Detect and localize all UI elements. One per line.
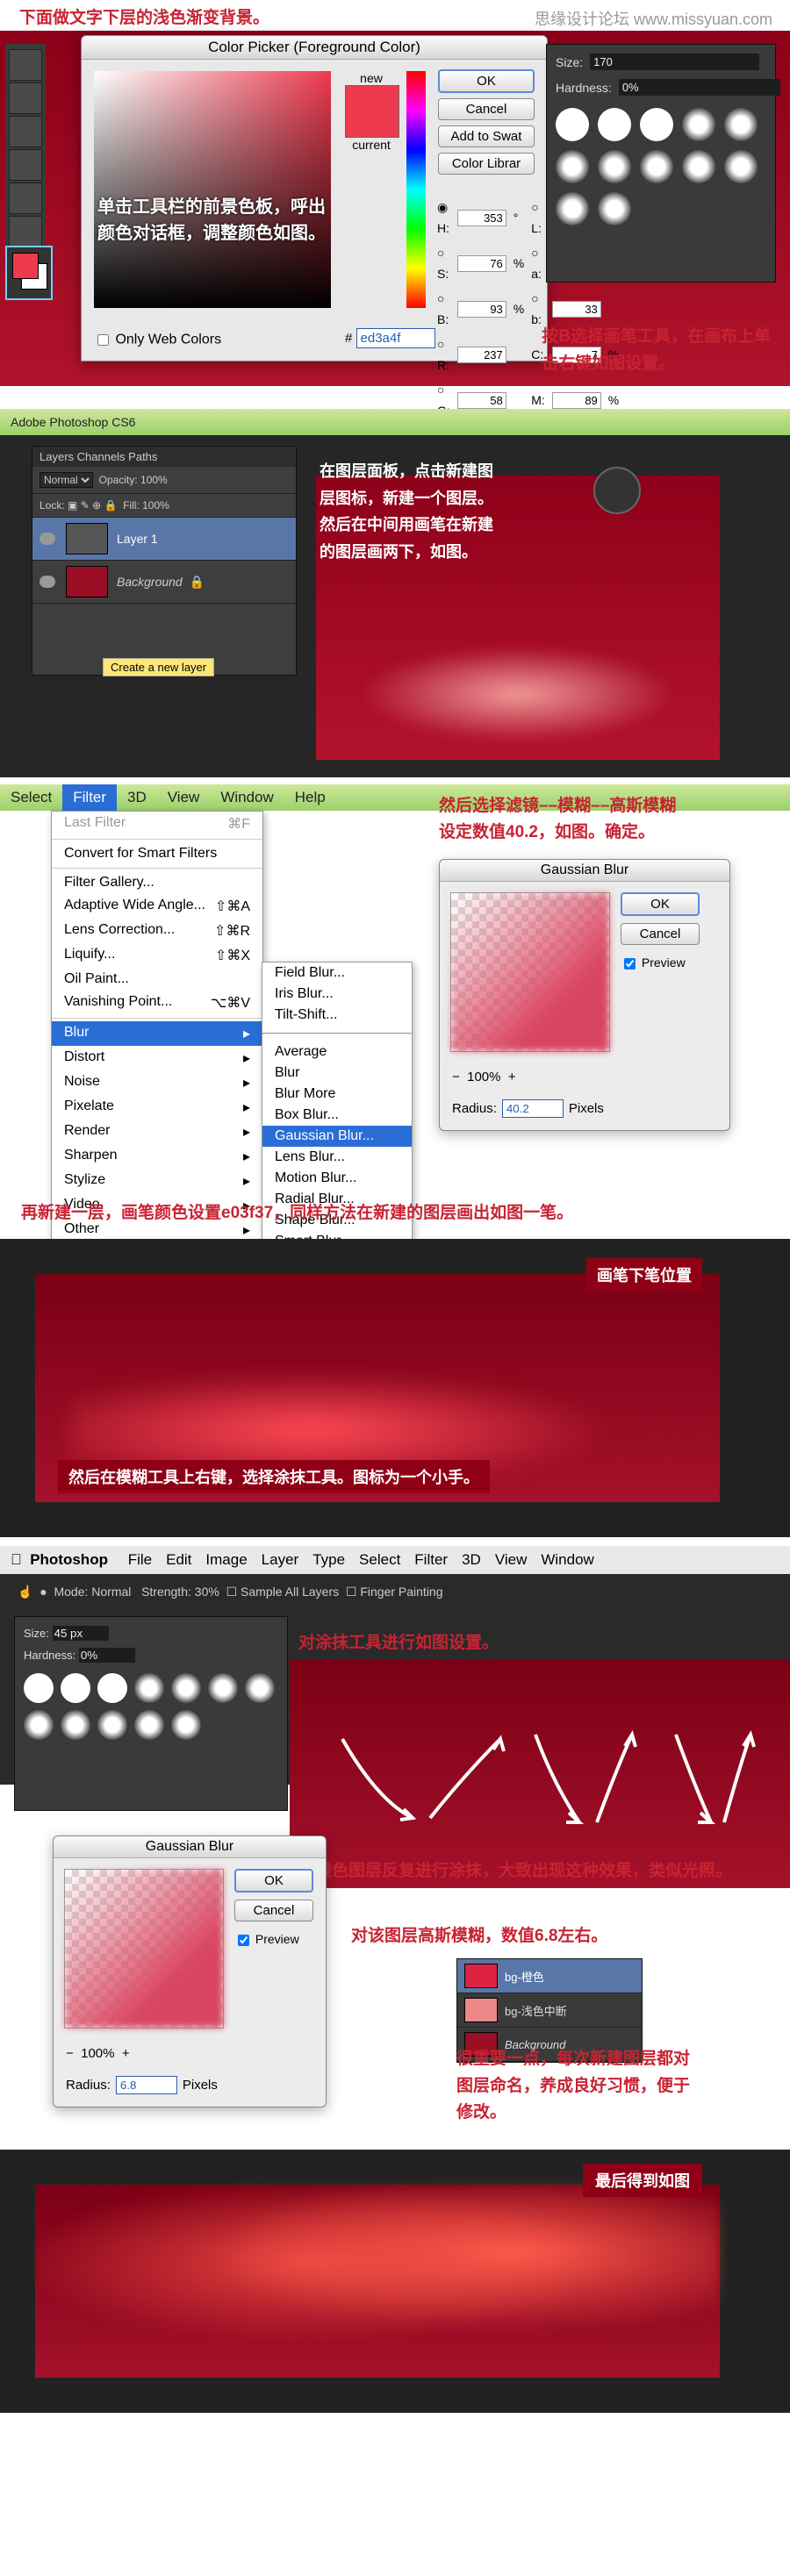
radius-input[interactable] [502,1099,564,1118]
tag-final: 最后得到如图 [583,2164,702,2197]
tag-smudge: 然后在模糊工具上右键，选择涂抹工具。图标为一个小手。 [58,1460,490,1493]
note-brush: 按B选择画笔工具，在画布上单击右键如图设置。 [542,324,771,377]
hex-input[interactable] [356,328,435,348]
preview [450,892,610,1052]
brush-popup: Size: Hardness: [546,44,776,283]
tool-options[interactable]: ☝ ● Mode: Normal Strength: 30% ☐ Sample … [18,1585,443,1599]
final-canvas [35,2185,720,2378]
watermark: 思缘设计论坛 www.missyuan.com [535,7,772,30]
cancel-button[interactable]: Cancel [234,1900,313,1921]
menu-blur: Blur▸ [52,1021,262,1046]
cancel-button[interactable]: Cancel [621,923,700,945]
label-current: current [345,138,398,152]
gaussian-blur-dialog-2: Gaussian Blur OK Cancel Preview − 100% +… [53,1835,327,2107]
hardness-input[interactable] [619,79,780,96]
layers-panel: Layers Channels Paths Normal Opacity: 10… [32,446,297,676]
heading-4: 再新建一层，画笔颜色设置e03f37，同样方法在新建的图层画出如图一笔。 [0,1188,790,1239]
hue-strip[interactable] [406,71,426,308]
smudge-arrows-icon [325,1721,764,1835]
size-input[interactable] [590,54,759,70]
preview-check[interactable]: Preview [621,955,686,970]
ok-button[interactable]: OK [438,69,535,93]
tag-brush-pos: 画笔下笔位置 [586,1258,702,1292]
brush-popup-2: Size: Hardness: [14,1616,288,1811]
note-smudge-effect: 对橙色图层反复进行涂抹，大致出现这种效果，类似光照。 [298,1858,732,1885]
radius-input[interactable] [116,2076,177,2094]
ok-button[interactable]: OK [234,1869,313,1893]
dialog-title: Color Picker (Foreground Color) [82,36,547,60]
h-input[interactable] [457,210,506,226]
caption: 单击工具栏的前景色板，呼出颜色对话框，调整颜色如图。 [97,194,326,247]
brush-presets[interactable] [556,108,766,225]
color-field[interactable] [94,71,331,308]
tool-tray[interactable] [5,44,46,253]
menu-gaussian-blur: Gaussian Blur... [262,1126,412,1147]
menu-filter: Filter [62,784,117,811]
label-new: new [345,71,398,85]
ps-menubar[interactable]: Adobe Photoshop CS6 [0,409,790,435]
layer-row[interactable]: Background 🔒 [32,561,296,604]
tooltip: Create a new layer [103,658,214,676]
layer-row[interactable]: Layer 1 [32,518,296,561]
avatar-icon [593,467,641,514]
gaussian-blur-dialog: Gaussian Blur OK Cancel Preview − 100% +… [439,859,730,1131]
foreground-swatch[interactable] [5,246,53,300]
only-web-colors[interactable]: Only Web Colors [94,332,221,348]
color-picker-dialog: Color Picker (Foreground Color) 单击工具栏的前景… [81,35,548,361]
new-current-swatch [345,85,399,138]
add-swatch-button[interactable]: Add to Swat [438,125,535,147]
ok-button[interactable]: OK [621,892,700,916]
note-gblur-68: 对该图层高斯模糊，数值6.8左右。 [351,1923,607,1950]
note-naming: 很重要一点，每次新建图层都对图层命名，养成良好习惯，便于修改。 [456,2046,764,2126]
canvas-4: 画笔下笔位置 然后在模糊工具上右键，选择涂抹工具。图标为一个小手。 [0,1239,790,1537]
note-smudge-settings: 对涂抹工具进行如图设置。 [298,1630,499,1657]
panel-tabs[interactable]: Layers Channels Paths [32,447,296,467]
blend-mode[interactable]: Normal [40,472,93,488]
mac-menubar[interactable]:  Photoshop FileEditImageLayerTypeSelect… [0,1546,790,1574]
color-lib-button[interactable]: Color Librar [438,153,535,175]
cancel-button[interactable]: Cancel [438,98,535,120]
